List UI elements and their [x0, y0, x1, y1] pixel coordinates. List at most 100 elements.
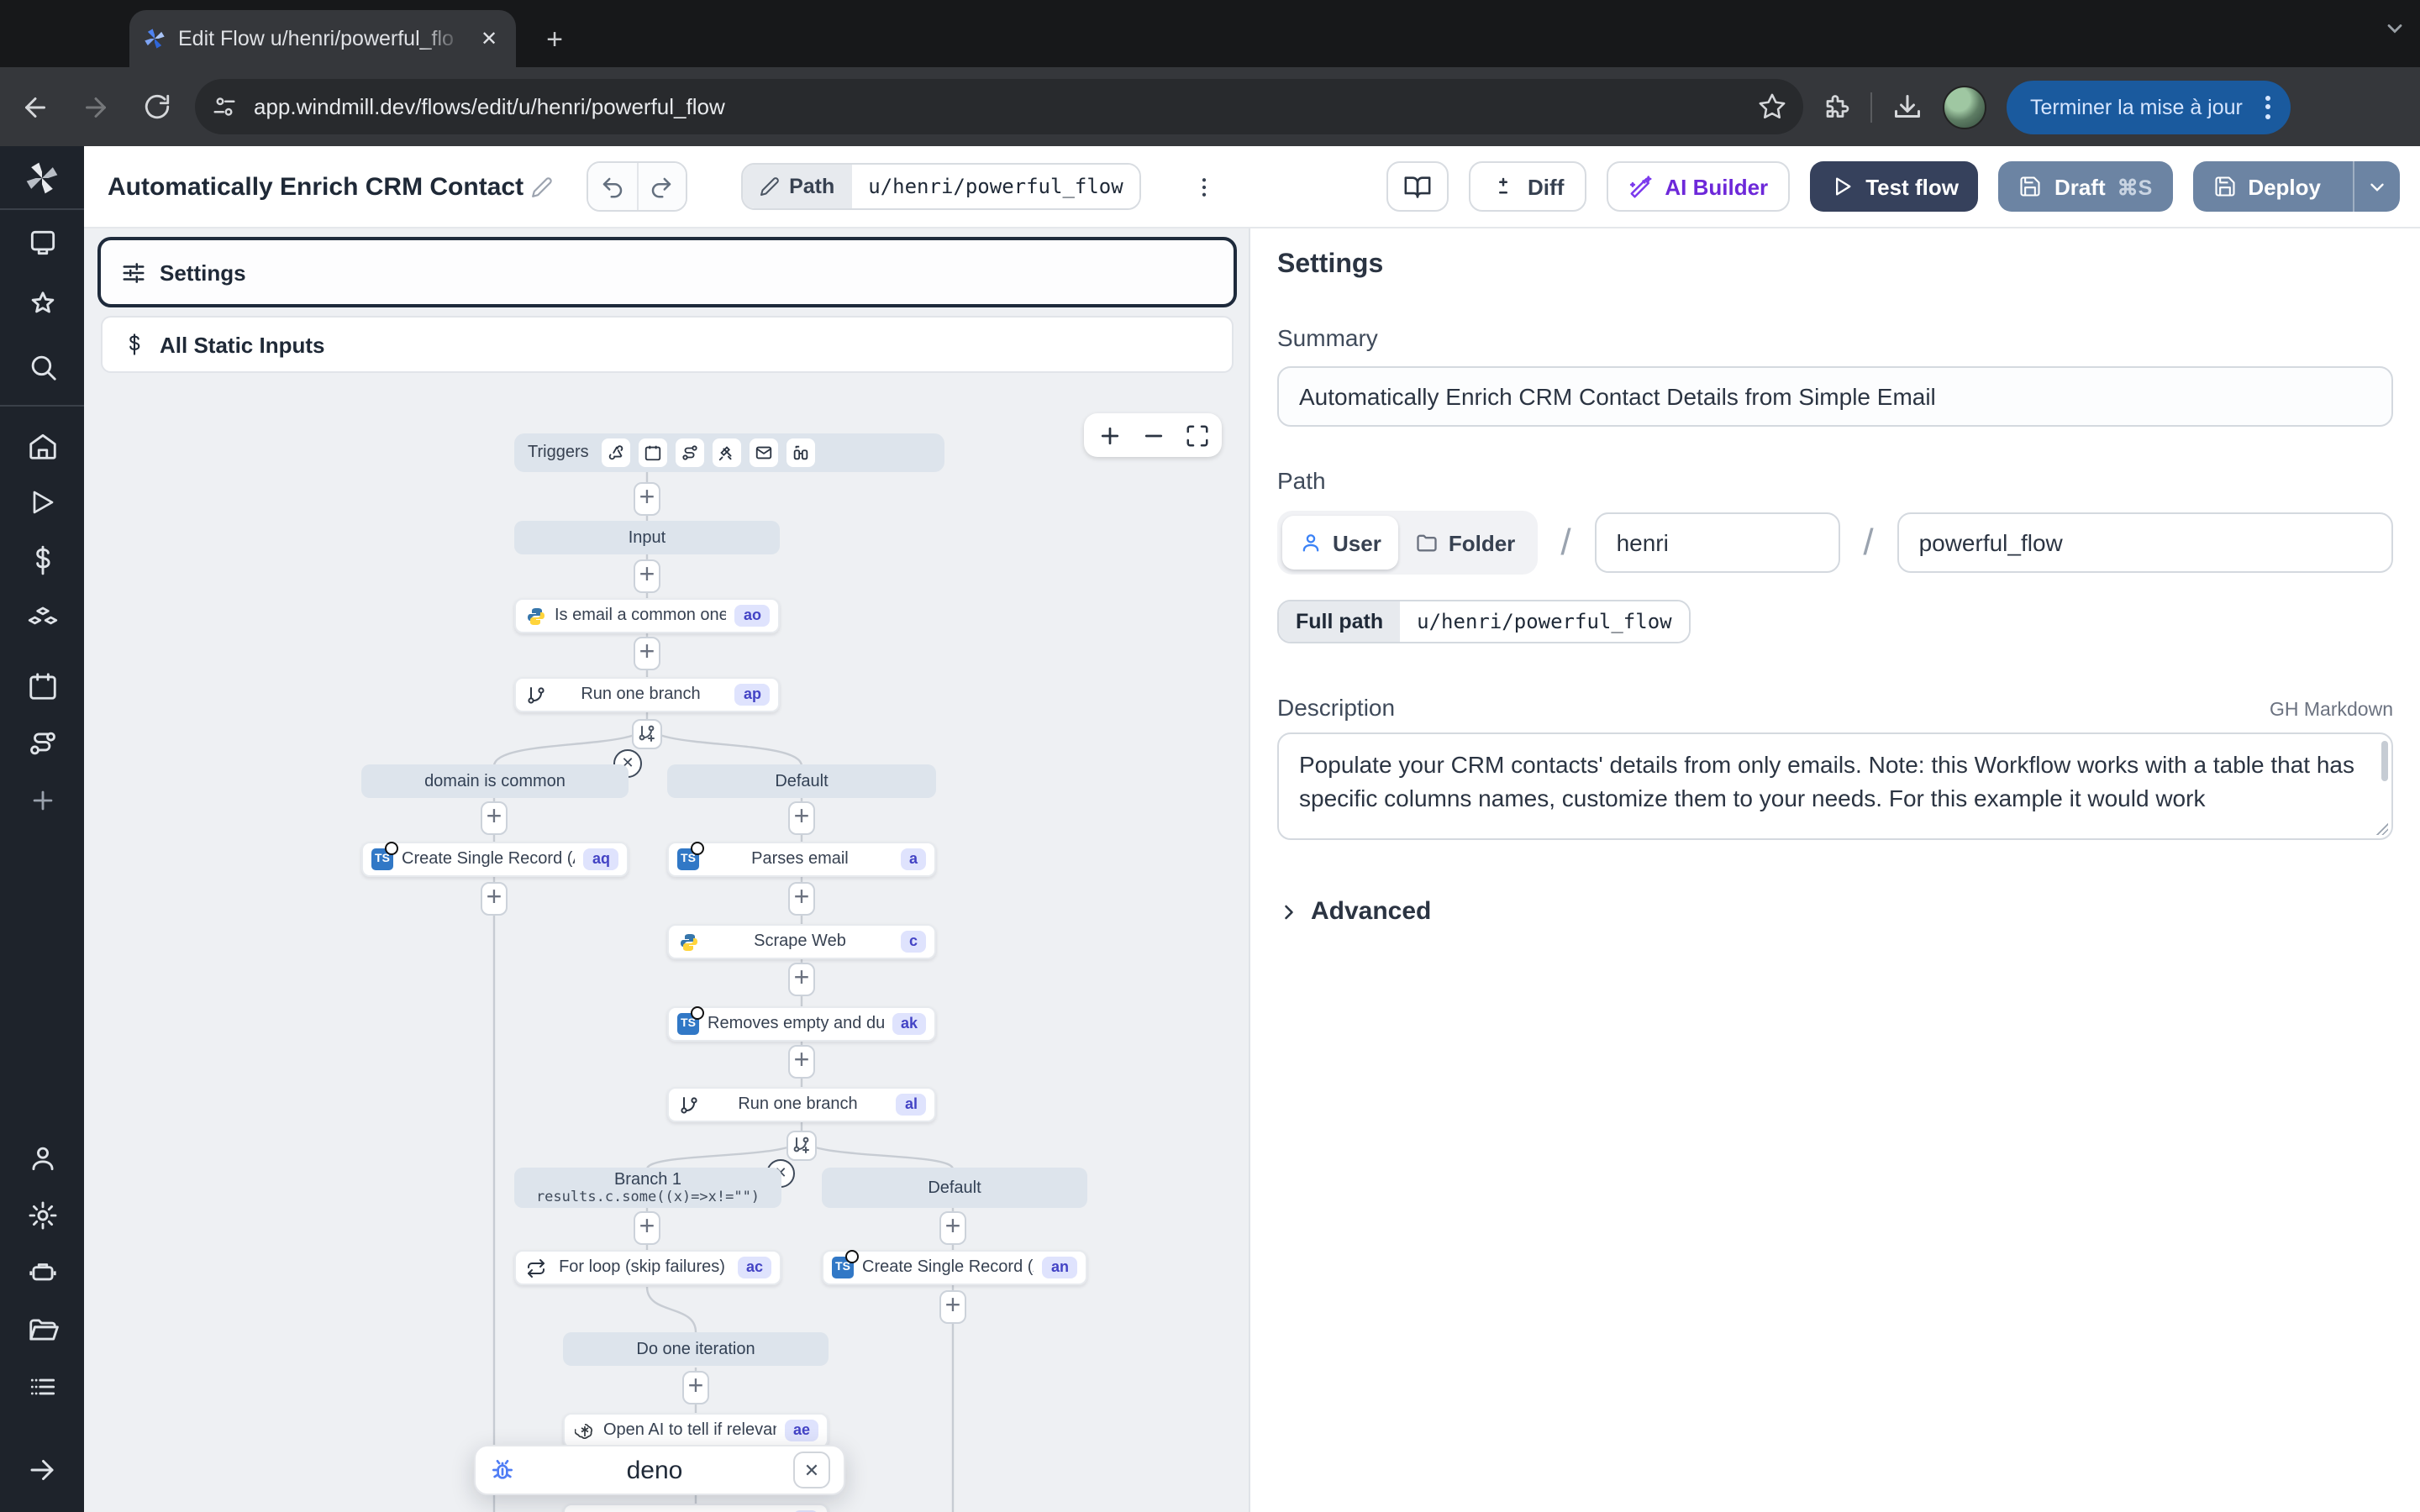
flow-node-openai[interactable]: Open AI to tell if relevant result ae	[563, 1413, 829, 1448]
branch-node-branch-1[interactable]: Branch 1 results.c.some((x)=>x!="")	[514, 1168, 781, 1208]
poll-trigger-icon[interactable]	[787, 438, 816, 467]
sidebar-item-flows[interactable]	[0, 717, 84, 768]
add-step-button[interactable]: +	[481, 882, 508, 916]
flow-path-chip[interactable]: Path u/henri/powerful_flow	[740, 163, 1142, 210]
add-step-button[interactable]: +	[788, 882, 815, 916]
ai-builder-button[interactable]: AI Builder	[1606, 161, 1790, 212]
flow-node-removes-empty[interactable]: TS Removes empty and duplicates ak	[667, 1006, 936, 1042]
draft-button[interactable]: Draft ⌘S	[1999, 161, 2172, 212]
path-owner-input[interactable]: henri	[1595, 512, 1840, 573]
tooltip-close-button[interactable]: ✕	[793, 1452, 830, 1488]
summary-input[interactable]: Automatically Enrich CRM Contact Details…	[1277, 366, 2393, 427]
undo-button[interactable]	[587, 163, 636, 210]
sidebar-item-search[interactable]	[0, 341, 84, 391]
flow-node-run-one-branch-2[interactable]: Run one branch al	[667, 1087, 936, 1122]
branch-node-default-2[interactable]: Default	[822, 1168, 1087, 1208]
flow-node-parses-email[interactable]: TS Parses email a	[667, 842, 936, 877]
browser-tab[interactable]: Edit Flow u/henri/powerful_flo ✕	[129, 10, 516, 67]
flow-node-run-one-branch-1[interactable]: Run one branch ap	[514, 677, 780, 712]
all-static-inputs-button[interactable]: All Static Inputs	[101, 316, 1234, 373]
add-step-button[interactable]: +	[682, 1371, 709, 1404]
flow-node-partial[interactable]	[563, 1504, 829, 1512]
tab-close-icon[interactable]: ✕	[476, 25, 502, 52]
loop-node-do-one-iteration[interactable]: Do one iteration	[563, 1332, 829, 1366]
flow-title[interactable]: Automatically Enrich CRM Contact	[108, 172, 552, 201]
sidebar-item-runs[interactable]	[0, 477, 84, 528]
add-step-button[interactable]: +	[939, 1290, 966, 1324]
add-step-button[interactable]: +	[634, 482, 660, 516]
websocket-trigger-icon[interactable]	[713, 438, 742, 467]
reload-button[interactable]	[131, 81, 182, 132]
flow-graph-canvas[interactable]: Triggers + Input + Is email a common one…	[84, 378, 1249, 1512]
sidebar-item-variables[interactable]	[0, 534, 84, 585]
path-name-input[interactable]: powerful_flow	[1897, 512, 2393, 573]
add-branch-button[interactable]	[632, 719, 662, 749]
add-step-button[interactable]: +	[939, 1211, 966, 1245]
flow-node-for-loop[interactable]: For loop (skip failures) ac	[514, 1250, 781, 1285]
address-bar[interactable]: app.windmill.dev/flows/edit/u/henri/powe…	[195, 79, 1803, 134]
webhook-trigger-icon[interactable]	[602, 438, 631, 467]
profile-avatar[interactable]	[1943, 85, 1986, 129]
sidebar-expand-icon[interactable]	[0, 1445, 84, 1495]
email-trigger-icon[interactable]	[750, 438, 779, 467]
browser-update-button[interactable]: Terminer la mise à jour	[2007, 80, 2291, 134]
bookmark-star-icon[interactable]	[1758, 92, 1786, 121]
schedule-trigger-icon[interactable]	[639, 438, 668, 467]
zoom-in-button[interactable]	[1087, 415, 1131, 455]
sidebar-item-settings[interactable]	[0, 1189, 84, 1240]
extensions-icon[interactable]	[1820, 92, 1850, 122]
flow-node-email-check[interactable]: Is email a common one? ao	[514, 598, 780, 633]
tab-search-icon[interactable]	[2383, 17, 2407, 40]
flow-node-create-record-1[interactable]: TS Create Single Record (Airtable) aq	[361, 842, 629, 877]
add-step-button[interactable]: +	[634, 559, 660, 593]
route-trigger-icon[interactable]	[676, 438, 705, 467]
new-tab-button[interactable]: +	[534, 20, 575, 60]
add-branch-button[interactable]	[786, 1131, 817, 1161]
sidebar-item-add[interactable]	[0, 774, 84, 825]
sidebar-item-user[interactable]	[0, 1132, 84, 1183]
add-step-button[interactable]: +	[788, 1045, 815, 1079]
deploy-button[interactable]: Deploy	[2192, 161, 2400, 212]
branch-node-domain-common[interactable]: domain is common	[361, 764, 629, 798]
owner-kind-folder[interactable]: Folder	[1398, 516, 1532, 570]
add-step-button[interactable]: +	[481, 801, 508, 835]
browser-menu-icon[interactable]	[2256, 95, 2281, 118]
sidebar-item-workers[interactable]	[0, 1247, 84, 1297]
flow-settings-button[interactable]: Settings	[97, 237, 1237, 307]
add-step-button[interactable]: +	[634, 1211, 660, 1245]
sidebar-item-favorites[interactable]	[0, 279, 84, 329]
textarea-scrollbar[interactable]	[2381, 741, 2388, 781]
sidebar-item-resources[interactable]	[0, 591, 84, 642]
textarea-resize-handle[interactable]	[2376, 823, 2388, 835]
flow-node-input[interactable]: Input	[514, 521, 780, 554]
triggers-bar[interactable]: Triggers	[514, 433, 944, 472]
back-button[interactable]	[10, 81, 60, 132]
docs-button[interactable]	[1386, 161, 1449, 212]
description-textarea[interactable]: Populate your CRM contacts' details from…	[1277, 732, 2393, 840]
diff-button[interactable]: Diff	[1469, 161, 1586, 212]
more-options-kebab-icon[interactable]	[1186, 163, 1223, 210]
add-step-button[interactable]: +	[788, 801, 815, 835]
zoom-out-button[interactable]	[1131, 415, 1175, 455]
test-flow-button[interactable]: Test flow	[1810, 161, 1979, 212]
fit-view-button[interactable]	[1175, 415, 1218, 455]
owner-kind-user[interactable]: User	[1282, 516, 1398, 570]
path-owner-value: henri	[1617, 529, 1669, 556]
sidebar-item-logs[interactable]	[0, 1361, 84, 1411]
branch-node-default-1[interactable]: Default	[667, 764, 936, 798]
site-settings-icon[interactable]	[212, 94, 237, 119]
sidebar-item-home[interactable]	[0, 420, 84, 470]
sidebar-item-schedules[interactable]	[0, 660, 84, 711]
edit-title-pencil-icon[interactable]	[530, 176, 552, 197]
sidebar-item-apps[interactable]	[0, 217, 84, 267]
downloads-icon[interactable]	[1892, 92, 1923, 122]
deploy-dropdown-chevron-icon[interactable]	[2353, 161, 2400, 212]
add-step-button[interactable]: +	[634, 637, 660, 670]
sidebar-item-folders[interactable]	[0, 1304, 84, 1354]
windmill-logo-icon[interactable]	[0, 153, 84, 203]
flow-node-create-record-2[interactable]: TS Create Single Record (Airtable) an	[822, 1250, 1087, 1285]
redo-button[interactable]	[636, 163, 685, 210]
add-step-button[interactable]: +	[788, 963, 815, 996]
advanced-section-toggle[interactable]: Advanced	[1277, 897, 2393, 926]
flow-node-scrape-web[interactable]: Scrape Web c	[667, 924, 936, 959]
